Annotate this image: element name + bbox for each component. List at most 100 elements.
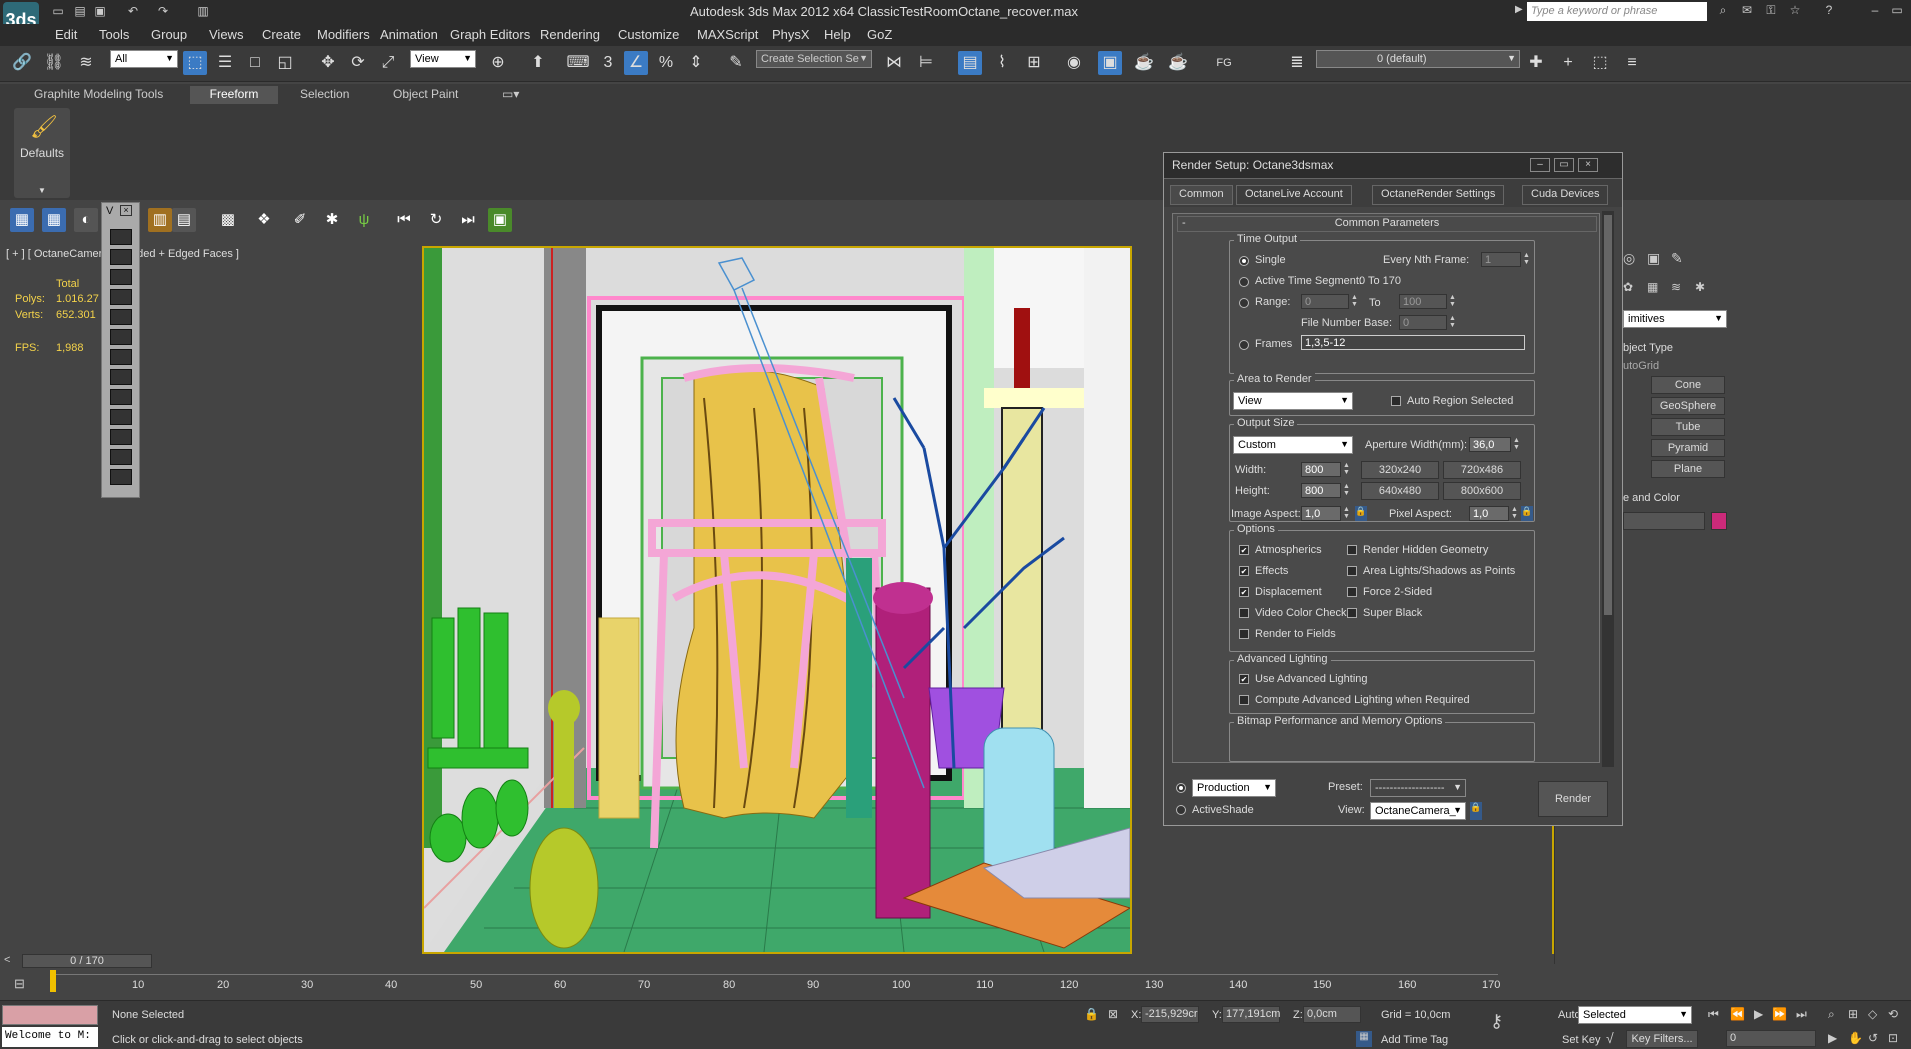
layer-icon[interactable]: ≣: [1285, 51, 1309, 75]
dolly-icon[interactable]: ▶: [1828, 1031, 1837, 1045]
field-of-view-icon[interactable]: ◇: [1868, 1007, 1877, 1021]
shapes-icon[interactable]: ▦: [1647, 280, 1658, 294]
z-coordinate-field[interactable]: 0,0cm: [1303, 1006, 1361, 1023]
maximize-icon[interactable]: ▭: [1888, 3, 1906, 19]
preset-720x486-button[interactable]: 720x486: [1443, 461, 1521, 479]
select-and-rotate-icon[interactable]: ⟳: [346, 51, 370, 75]
menu-edit[interactable]: Edit: [55, 27, 77, 42]
paint-objects-icon[interactable]: ✐: [288, 208, 312, 232]
menu-customize[interactable]: Customize: [618, 27, 679, 42]
layer-dropdown[interactable]: 0 (default) ▼: [1316, 50, 1520, 68]
align-icon[interactable]: ⊨: [914, 51, 938, 75]
every-nth-field[interactable]: 1: [1481, 252, 1521, 267]
percent-snap-icon[interactable]: %: [654, 51, 678, 75]
layer-manager-icon[interactable]: ▤: [958, 51, 982, 75]
menu-animation[interactable]: Animation: [380, 27, 438, 42]
close-icon[interactable]: ×: [120, 205, 132, 216]
open-file-icon[interactable]: ▤: [72, 4, 88, 18]
image-aspect-spinner[interactable]: ▲ ▼: [1343, 506, 1350, 521]
key-mode-dropdown[interactable]: Selected ▼: [1578, 1006, 1692, 1024]
pixel-aspect-spinner[interactable]: ▲ ▼: [1511, 506, 1518, 521]
layout-split-icon[interactable]: [110, 309, 132, 325]
range-from-spinner[interactable]: ▲ ▼: [1351, 294, 1358, 309]
grass-icon[interactable]: ψ: [352, 208, 376, 232]
next-frame-icon[interactable]: ⏩: [1772, 1007, 1787, 1021]
angle-snap-icon[interactable]: ∠: [624, 51, 648, 75]
time-slider[interactable]: 0 / 170: [22, 954, 152, 968]
preset-800x600-button[interactable]: 800x600: [1443, 482, 1521, 500]
select-and-link-icon[interactable]: 🔗: [10, 51, 34, 75]
tab-object-paint[interactable]: Object Paint: [383, 86, 468, 104]
active-segment-radio[interactable]: [1239, 277, 1249, 287]
mxs-icon[interactable]: ▥: [148, 208, 172, 232]
utilities-tab-icon[interactable]: ✎: [1671, 250, 1683, 267]
layout-single-icon[interactable]: [110, 229, 132, 245]
max-import-icon[interactable]: ▦: [42, 208, 66, 232]
menu-create[interactable]: Create: [262, 27, 301, 42]
width-field[interactable]: 800: [1301, 462, 1341, 477]
height-spinner[interactable]: ▲ ▼: [1343, 483, 1350, 498]
use-advanced-lighting-checkbox[interactable]: ✔: [1239, 674, 1249, 684]
time-tag-icon[interactable]: ▦: [1356, 1031, 1372, 1047]
select-layer-icon[interactable]: ⬚: [1588, 51, 1612, 75]
dialog-maximize-icon[interactable]: ▭: [1554, 158, 1574, 172]
absolute-mode-icon[interactable]: ⊠: [1108, 1007, 1118, 1021]
selection-filter-dropdown[interactable]: All ▼: [110, 50, 178, 68]
option-checkbox[interactable]: [1347, 587, 1357, 597]
option-checkbox[interactable]: [1239, 629, 1249, 639]
key-tangent-icon[interactable]: √: [1606, 1030, 1614, 1046]
scatter-icon[interactable]: ❖: [252, 208, 276, 232]
option-checkbox[interactable]: ✔: [1239, 566, 1249, 576]
communication-center-icon[interactable]: ✉: [1738, 3, 1756, 19]
dialog-close-icon[interactable]: ×: [1578, 158, 1598, 172]
keyframe-prev-icon[interactable]: ⏮: [392, 208, 416, 232]
preset-320x240-button[interactable]: 320x240: [1361, 461, 1439, 479]
menu-maxscript[interactable]: MAXScript: [697, 27, 758, 42]
floating-toolbar[interactable]: V ×: [101, 202, 140, 498]
option-checkbox[interactable]: [1347, 566, 1357, 576]
layer-properties-icon[interactable]: ≡: [1620, 51, 1644, 75]
dialog-scrollbar[interactable]: [1602, 211, 1614, 767]
tab-common[interactable]: Common: [1170, 185, 1233, 205]
systems-icon[interactable]: ✱: [1695, 280, 1705, 294]
named-selection-dropdown[interactable]: Create Selection Se ▼: [756, 50, 872, 68]
layout-quad-icon[interactable]: [110, 469, 132, 485]
go-to-start-icon[interactable]: ⏮: [1708, 1007, 1719, 1022]
max-export-icon[interactable]: ▦: [10, 208, 34, 232]
cone-button[interactable]: Cone: [1651, 376, 1725, 394]
range-from-field[interactable]: 0: [1301, 294, 1349, 309]
mirror-icon[interactable]: ⋈: [882, 51, 906, 75]
orbit-camera-icon[interactable]: ↺: [1868, 1031, 1878, 1045]
spinner-snap-icon[interactable]: ⇕: [684, 51, 708, 75]
layout-split-icon[interactable]: [110, 289, 132, 305]
aperture-spinner[interactable]: ▲ ▼: [1513, 437, 1520, 452]
mini-curve-editor-icon[interactable]: ⊟: [14, 976, 25, 992]
material-editor-icon[interactable]: ◉: [1062, 51, 1086, 75]
geosphere-button[interactable]: GeoSphere: [1651, 397, 1725, 415]
file-number-base-field[interactable]: 0: [1399, 315, 1447, 330]
primitive-type-dropdown[interactable]: imitives ▼: [1623, 310, 1727, 328]
menu-rendering[interactable]: Rendering: [540, 27, 600, 42]
rendered-frame-window-icon[interactable]: ☕: [1132, 51, 1156, 75]
window-crossing-icon[interactable]: ◱: [273, 51, 297, 75]
tab-cuda-devices[interactable]: Cuda Devices: [1522, 185, 1609, 205]
menu-physx[interactable]: PhysX: [772, 27, 810, 42]
defaults-button[interactable]: 🖌 Defaults ▼: [14, 108, 70, 198]
maxscript-listener-mini[interactable]: [2, 1005, 98, 1025]
keyframe-loop-icon[interactable]: ↻: [424, 208, 448, 232]
keyboard-shortcut-override-icon[interactable]: ⌨: [566, 51, 590, 75]
range-radio[interactable]: [1239, 298, 1249, 308]
frames-field[interactable]: 1,3,5-12: [1301, 335, 1525, 350]
schematic-view-icon[interactable]: ⊞: [1022, 51, 1046, 75]
binoculars-icon[interactable]: ⌕: [1714, 3, 1732, 19]
render-mode-dropdown[interactable]: Production ▼: [1192, 779, 1276, 797]
preset-640x480-button[interactable]: 640x480: [1361, 482, 1439, 500]
menu-help[interactable]: Help: [824, 27, 851, 42]
search-input[interactable]: Type a keyword or phrase: [1527, 2, 1707, 21]
object-name-field[interactable]: [1623, 512, 1705, 530]
lock-view-icon[interactable]: 🔒: [1470, 802, 1482, 820]
height-field[interactable]: 800: [1301, 483, 1341, 498]
curve-editor-icon[interactable]: ⌇: [990, 51, 1014, 75]
unlink-icon[interactable]: ⛓: [42, 51, 66, 75]
render-scene-icon[interactable]: ▣: [488, 208, 512, 232]
